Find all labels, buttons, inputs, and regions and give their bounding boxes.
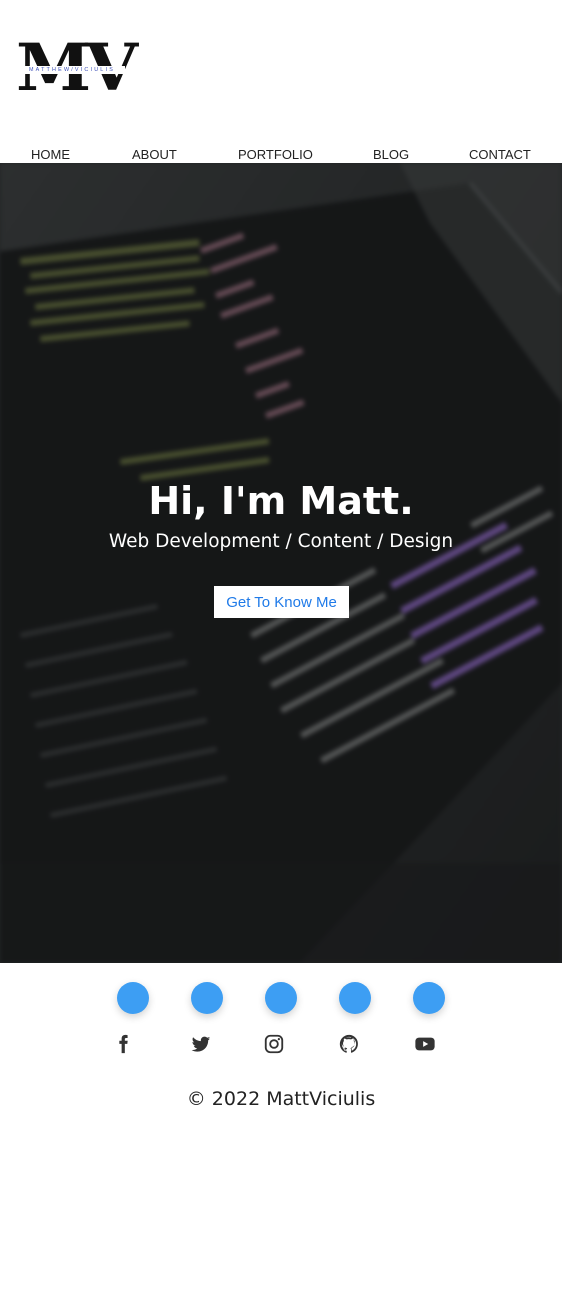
github-link[interactable] [338, 1033, 360, 1055]
hero-title: Hi, I'm Matt. [148, 479, 414, 523]
decorative-dot [413, 982, 445, 1014]
nav-portfolio[interactable]: PORTFOLIO [238, 147, 313, 162]
facebook-icon [119, 1034, 128, 1054]
facebook-link[interactable] [112, 1033, 134, 1055]
hero-overlay [0, 163, 562, 963]
youtube-link[interactable] [414, 1033, 436, 1055]
decorative-dot [117, 982, 149, 1014]
nav-contact[interactable]: CONTACT [469, 147, 531, 162]
social-links [0, 1033, 562, 1055]
youtube-icon [415, 1037, 435, 1051]
github-icon [339, 1034, 358, 1053]
social-dots-row [0, 982, 562, 1014]
instagram-icon [264, 1034, 284, 1054]
decorative-dot [265, 982, 297, 1014]
nav-about[interactable]: ABOUT [132, 147, 177, 162]
logo-subtitle: MATTHEW/VICIULIS [19, 66, 125, 74]
twitter-link[interactable] [190, 1033, 212, 1055]
decorative-dot [191, 982, 223, 1014]
hero-section: Hi, I'm Matt. Web Development / Content … [0, 163, 562, 963]
copyright-text: © 2022 MattViciulis [186, 1088, 376, 1110]
site-logo[interactable]: MV MATTHEW/VICIULIS [16, 36, 138, 101]
hero-tagline: Web Development / Content / Design [108, 531, 454, 552]
decorative-dot [339, 982, 371, 1014]
nav-home[interactable]: HOME [31, 147, 70, 162]
main-nav: HOME ABOUT PORTFOLIO BLOG CONTACT [0, 144, 562, 164]
nav-blog[interactable]: BLOG [373, 147, 409, 162]
instagram-link[interactable] [263, 1033, 285, 1055]
twitter-icon [191, 1036, 211, 1052]
get-to-know-me-button[interactable]: Get To Know Me [214, 586, 349, 618]
